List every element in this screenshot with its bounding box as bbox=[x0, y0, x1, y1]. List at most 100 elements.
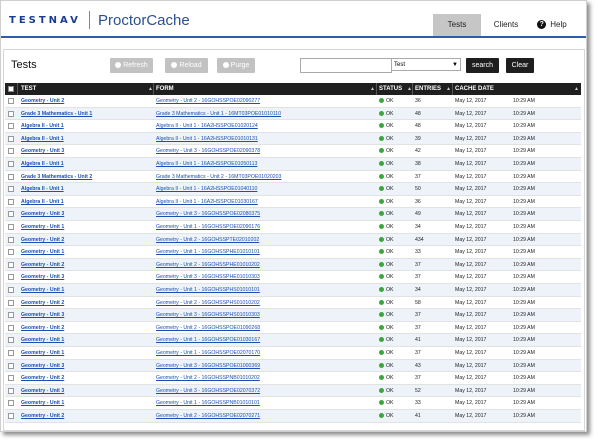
table-row[interactable]: Geometry - Unit 3 Geometry - Unit 3 - 16G… bbox=[5, 208, 581, 221]
test-link[interactable]: Geometry - Unit 2 bbox=[21, 372, 149, 384]
table-row[interactable]: Geometry - Unit 1 Geometry - Unit 1 - 16G… bbox=[5, 246, 581, 259]
row-checkbox[interactable] bbox=[8, 375, 14, 382]
test-link[interactable]: Geometry - Unit 1 bbox=[21, 246, 149, 258]
form-link[interactable]: Grade 3 Mathematics - Unit 2 - 16MT03POE… bbox=[156, 171, 374, 183]
table-row[interactable]: Geometry - Unit 2 Geometry - Unit 2 - 16G… bbox=[5, 95, 581, 108]
column-header-status[interactable]: STATUS bbox=[379, 83, 402, 95]
table-row[interactable]: Geometry - Unit 3 Geometry - Unit 3 - 16G… bbox=[5, 309, 581, 322]
table-row[interactable]: Geometry - Unit 3 Geometry - Unit 3 - 16G… bbox=[5, 145, 581, 158]
test-link[interactable]: Algebra II - Unit 1 bbox=[21, 120, 149, 132]
test-link[interactable]: Geometry - Unit 1 bbox=[21, 347, 149, 359]
form-link[interactable]: Geometry - Unit 3 - 16GOHSSPHS01010303 bbox=[156, 309, 374, 321]
table-row[interactable]: Geometry - Unit 2 Geometry - Unit 2 - 16G… bbox=[5, 322, 581, 335]
form-link[interactable]: Algebra II - Unit 1 - 16A2HSSPOE01010131 bbox=[156, 133, 374, 145]
test-link[interactable]: Geometry - Unit 2 bbox=[21, 410, 149, 422]
form-link[interactable]: Algebra II - Unit 1 - 16A2HSSPOE01040110 bbox=[156, 183, 374, 195]
form-link[interactable]: Geometry - Unit 3 - 16GOHSSPHE01010303 bbox=[156, 271, 374, 283]
form-link[interactable]: Geometry - Unit 2 - 16GOHSSPTE02010202 bbox=[156, 234, 374, 246]
table-row[interactable]: Grade 3 Mathematics - Unit 2 Grade 3 Math… bbox=[5, 171, 581, 184]
row-checkbox[interactable] bbox=[8, 274, 14, 281]
table-row[interactable]: Geometry - Unit 3 Geometry - Unit 3 - 16G… bbox=[5, 271, 581, 284]
table-row[interactable]: Algebra II - Unit 1 Algebra II - Unit 1 -… bbox=[5, 196, 581, 209]
test-link[interactable]: Geometry - Unit 3 bbox=[21, 271, 149, 283]
test-link[interactable]: Algebra II - Unit 1 bbox=[21, 196, 149, 208]
row-checkbox[interactable] bbox=[8, 299, 14, 306]
form-link[interactable]: Geometry - Unit 1 - 16GOHSSPOE02070170 bbox=[156, 347, 374, 359]
select-all-checkbox[interactable] bbox=[8, 86, 14, 92]
test-link[interactable]: Grade 3 Mathematics - Unit 1 bbox=[21, 108, 149, 120]
form-link[interactable]: Geometry - Unit 3 - 16GOHSSPOE02070372 bbox=[156, 385, 374, 397]
test-link[interactable]: Geometry - Unit 1 bbox=[21, 221, 149, 233]
test-link[interactable]: Geometry - Unit 1 bbox=[21, 284, 149, 296]
purge-button[interactable]: Purge bbox=[217, 58, 255, 73]
form-link[interactable]: Geometry - Unit 2 - 16GOHSSPNB01010202 bbox=[156, 372, 374, 384]
row-checkbox[interactable] bbox=[8, 148, 14, 155]
form-link[interactable]: Geometry - Unit 1 - 16GOHSSPOE01030167 bbox=[156, 334, 374, 346]
row-checkbox[interactable] bbox=[8, 186, 14, 193]
row-checkbox[interactable] bbox=[8, 400, 14, 407]
table-row[interactable]: Geometry - Unit 1 Geometry - Unit 1 - 16G… bbox=[5, 397, 581, 410]
form-link[interactable]: Geometry - Unit 1 - 16GOHSSPNB01010101 bbox=[156, 397, 374, 409]
table-row[interactable]: Geometry - Unit 1 Geometry - Unit 1 - 16G… bbox=[5, 221, 581, 234]
test-link[interactable]: Geometry - Unit 3 bbox=[21, 309, 149, 321]
table-row[interactable]: Algebra II - Unit 1 Algebra II - Unit 1 -… bbox=[5, 158, 581, 171]
filter-select[interactable]: Test ▼ bbox=[391, 58, 461, 71]
test-link[interactable]: Geometry - Unit 1 bbox=[21, 334, 149, 346]
table-row[interactable]: Grade 3 Mathematics - Unit 1 Grade 3 Math… bbox=[5, 107, 581, 121]
clear-button[interactable]: Clear bbox=[506, 58, 534, 73]
test-link[interactable]: Geometry - Unit 2 bbox=[21, 322, 149, 334]
search-input[interactable] bbox=[300, 58, 392, 73]
form-link[interactable]: Geometry - Unit 2 - 16GOHSSPOE01090268 bbox=[156, 322, 374, 334]
test-link[interactable]: Geometry - Unit 2 bbox=[21, 297, 149, 309]
row-checkbox[interactable] bbox=[8, 261, 14, 268]
form-link[interactable]: Algebra II - Unit 1 - 16A2HSSPOE01030167 bbox=[156, 196, 374, 208]
table-row[interactable]: Geometry - Unit 2 Geometry - Unit 2 - 16G… bbox=[5, 297, 581, 310]
row-checkbox[interactable] bbox=[8, 110, 14, 117]
sort-icon[interactable]: ▲ bbox=[370, 83, 375, 95]
test-link[interactable]: Algebra II - Unit 1 bbox=[21, 158, 149, 170]
nav-tab-tests[interactable]: Tests bbox=[433, 14, 481, 36]
test-link[interactable]: Geometry - Unit 2 bbox=[21, 259, 149, 271]
table-row[interactable]: Algebra II - Unit 1 Algebra II - Unit 1 -… bbox=[5, 120, 581, 133]
row-checkbox[interactable] bbox=[8, 362, 14, 369]
form-link[interactable]: Geometry - Unit 2 - 16GOHSSPHE01010202 bbox=[156, 259, 374, 271]
table-row[interactable]: Geometry - Unit 3 Geometry - Unit 3 - 16G… bbox=[5, 359, 581, 373]
column-header-cache-date[interactable]: CACHE DATE bbox=[455, 83, 494, 95]
test-link[interactable]: Geometry - Unit 2 bbox=[21, 95, 149, 107]
nav-tab-clients[interactable]: Clients bbox=[483, 14, 529, 36]
row-checkbox[interactable] bbox=[8, 135, 14, 142]
row-checkbox[interactable] bbox=[8, 211, 14, 218]
table-row[interactable]: Geometry - Unit 2 Geometry - Unit 2 - 16G… bbox=[5, 372, 581, 385]
sort-icon[interactable]: ▲ bbox=[574, 83, 579, 95]
test-link[interactable]: Geometry - Unit 3 bbox=[21, 145, 149, 157]
row-checkbox[interactable] bbox=[8, 161, 14, 167]
test-link[interactable]: Geometry - Unit 3 bbox=[21, 208, 149, 220]
table-row[interactable]: Algebra II - Unit 1 Algebra II - Unit 1 -… bbox=[5, 183, 581, 196]
table-row[interactable]: Geometry - Unit 3 Geometry - Unit 3 - 16G… bbox=[5, 384, 581, 398]
form-link[interactable]: Geometry - Unit 3 - 16GOHSSPOE01000369 bbox=[156, 360, 374, 372]
row-checkbox[interactable] bbox=[8, 236, 14, 243]
test-link[interactable]: Grade 3 Mathematics - Unit 2 bbox=[21, 171, 149, 183]
table-row[interactable]: Geometry - Unit 2 Geometry - Unit 2 - 16G… bbox=[5, 258, 581, 272]
row-checkbox[interactable] bbox=[8, 198, 14, 205]
table-row[interactable]: Geometry - Unit 2 Geometry - Unit 2 - 16G… bbox=[5, 233, 581, 247]
nav-tab-help[interactable]: ? Help bbox=[529, 14, 575, 36]
form-link[interactable]: Geometry - Unit 3 - 16GOHSSPOE02080375 bbox=[156, 208, 374, 220]
table-row[interactable]: Algebra II - Unit 1 Algebra II - Unit 1 -… bbox=[5, 132, 581, 146]
refresh-button[interactable]: Refresh bbox=[110, 58, 153, 73]
row-checkbox[interactable] bbox=[8, 173, 14, 180]
row-checkbox[interactable] bbox=[8, 337, 14, 344]
row-checkbox[interactable] bbox=[8, 98, 14, 104]
test-link[interactable]: Algebra II - Unit 1 bbox=[21, 133, 149, 145]
row-checkbox[interactable] bbox=[8, 324, 14, 331]
test-link[interactable]: Algebra II - Unit 1 bbox=[21, 183, 149, 195]
form-link[interactable]: Geometry - Unit 1 - 16GOHSSPHE01010101 bbox=[156, 246, 374, 258]
row-checkbox[interactable] bbox=[8, 287, 14, 293]
column-header-test[interactable]: TEST bbox=[21, 83, 36, 95]
row-checkbox[interactable] bbox=[8, 387, 14, 394]
row-checkbox[interactable] bbox=[8, 312, 14, 319]
table-row[interactable]: Geometry - Unit 2 Geometry - Unit 2 - 16G… bbox=[5, 410, 581, 423]
reload-button[interactable]: Reload bbox=[165, 58, 208, 73]
test-link[interactable]: Geometry - Unit 3 bbox=[21, 385, 149, 397]
sort-icon[interactable]: ▲ bbox=[446, 83, 451, 95]
